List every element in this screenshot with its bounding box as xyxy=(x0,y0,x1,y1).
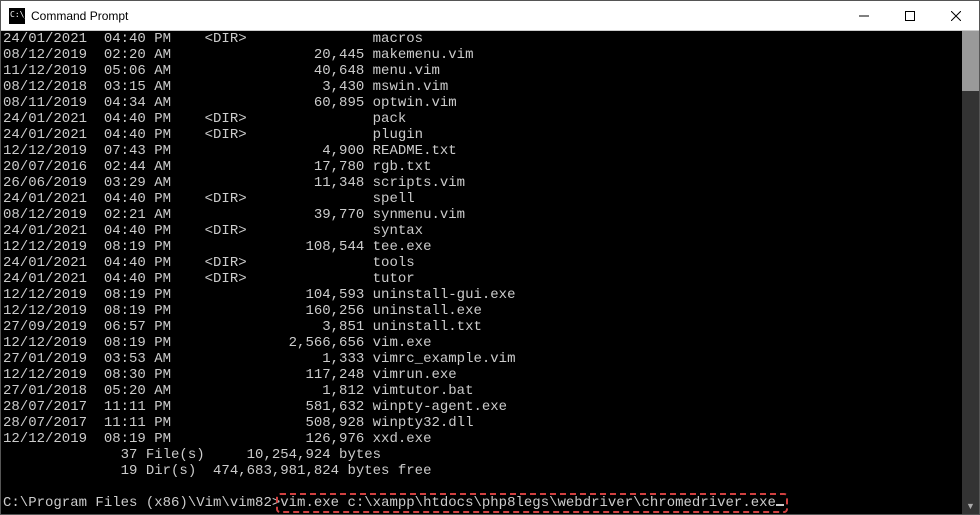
listing-row: 08/12/2018 03:15 AM 3,430 mswin.vim xyxy=(3,79,962,95)
listing-row: 27/01/2019 03:53 AM 1,333 vimrc_example.… xyxy=(3,351,962,367)
cursor xyxy=(776,504,784,506)
listing-row: 24/01/2021 04:40 PM <DIR> plugin xyxy=(3,127,962,143)
listing-row: 11/12/2019 05:06 AM 40,648 menu.vim xyxy=(3,63,962,79)
listing-row: 12/12/2019 08:19 PM 126,976 xxd.exe xyxy=(3,431,962,447)
blank-line xyxy=(3,479,962,495)
prompt-line[interactable]: C:\Program Files (x86)\Vim\vim82>vim.exe… xyxy=(3,495,962,511)
scroll-down-arrow-icon[interactable]: ▼ xyxy=(962,497,979,514)
command-prompt-window: Command Prompt 24/01/2021 04:40 PM <DIR>… xyxy=(0,0,980,515)
cmd-icon xyxy=(9,8,25,24)
listing-row: 12/12/2019 08:19 PM 108,544 tee.exe xyxy=(3,239,962,255)
listing-row: 28/07/2017 11:11 PM 508,928 winpty32.dll xyxy=(3,415,962,431)
listing-row: 08/12/2019 02:20 AM 20,445 makemenu.vim xyxy=(3,47,962,63)
scrollbar[interactable]: ▼ xyxy=(962,31,979,514)
listing-row: 24/01/2021 04:40 PM <DIR> macros xyxy=(3,31,962,47)
listing-row: 20/07/2016 02:44 AM 17,780 rgb.txt xyxy=(3,159,962,175)
summary-files: 37 File(s) 10,254,924 bytes xyxy=(3,447,962,463)
typed-command: vim.exe c:\xampp\htdocs\php8legs\webdriv… xyxy=(280,495,784,511)
listing-row: 12/12/2019 08:19 PM 160,256 uninstall.ex… xyxy=(3,303,962,319)
titlebar[interactable]: Command Prompt xyxy=(1,1,979,31)
listing-row: 24/01/2021 04:40 PM <DIR> pack xyxy=(3,111,962,127)
maximize-icon xyxy=(905,11,915,21)
close-button[interactable] xyxy=(933,1,979,31)
close-icon xyxy=(951,11,961,21)
listing-row: 28/07/2017 11:11 PM 581,632 winpty-agent… xyxy=(3,399,962,415)
listing-row: 08/12/2019 02:21 AM 39,770 synmenu.vim xyxy=(3,207,962,223)
listing-row: 24/01/2021 04:40 PM <DIR> tutor xyxy=(3,271,962,287)
summary-dirs: 19 Dir(s) 474,683,981,824 bytes free xyxy=(3,463,962,479)
scroll-thumb[interactable] xyxy=(962,31,979,91)
listing-row: 08/11/2019 04:34 AM 60,895 optwin.vim xyxy=(3,95,962,111)
listing-row: 27/01/2018 05:20 AM 1,812 vimtutor.bat xyxy=(3,383,962,399)
minimize-button[interactable] xyxy=(841,1,887,31)
listing-row: 12/12/2019 08:19 PM 104,593 uninstall-gu… xyxy=(3,287,962,303)
maximize-button[interactable] xyxy=(887,1,933,31)
terminal-output[interactable]: 24/01/2021 04:40 PM <DIR> macros08/12/20… xyxy=(1,31,962,514)
prompt-path: C:\Program Files (x86)\Vim\vim82> xyxy=(3,495,280,511)
listing-row: 24/01/2021 04:40 PM <DIR> syntax xyxy=(3,223,962,239)
listing-row: 24/01/2021 04:40 PM <DIR> spell xyxy=(3,191,962,207)
listing-row: 12/12/2019 08:30 PM 117,248 vimrun.exe xyxy=(3,367,962,383)
listing-row: 26/06/2019 03:29 AM 11,348 scripts.vim xyxy=(3,175,962,191)
listing-row: 12/12/2019 08:19 PM 2,566,656 vim.exe xyxy=(3,335,962,351)
terminal-area: 24/01/2021 04:40 PM <DIR> macros08/12/20… xyxy=(1,31,979,514)
listing-row: 12/12/2019 07:43 PM 4,900 README.txt xyxy=(3,143,962,159)
minimize-icon xyxy=(859,11,869,21)
listing-row: 24/01/2021 04:40 PM <DIR> tools xyxy=(3,255,962,271)
listing-row: 27/09/2019 06:57 PM 3,851 uninstall.txt xyxy=(3,319,962,335)
window-title: Command Prompt xyxy=(31,9,841,23)
